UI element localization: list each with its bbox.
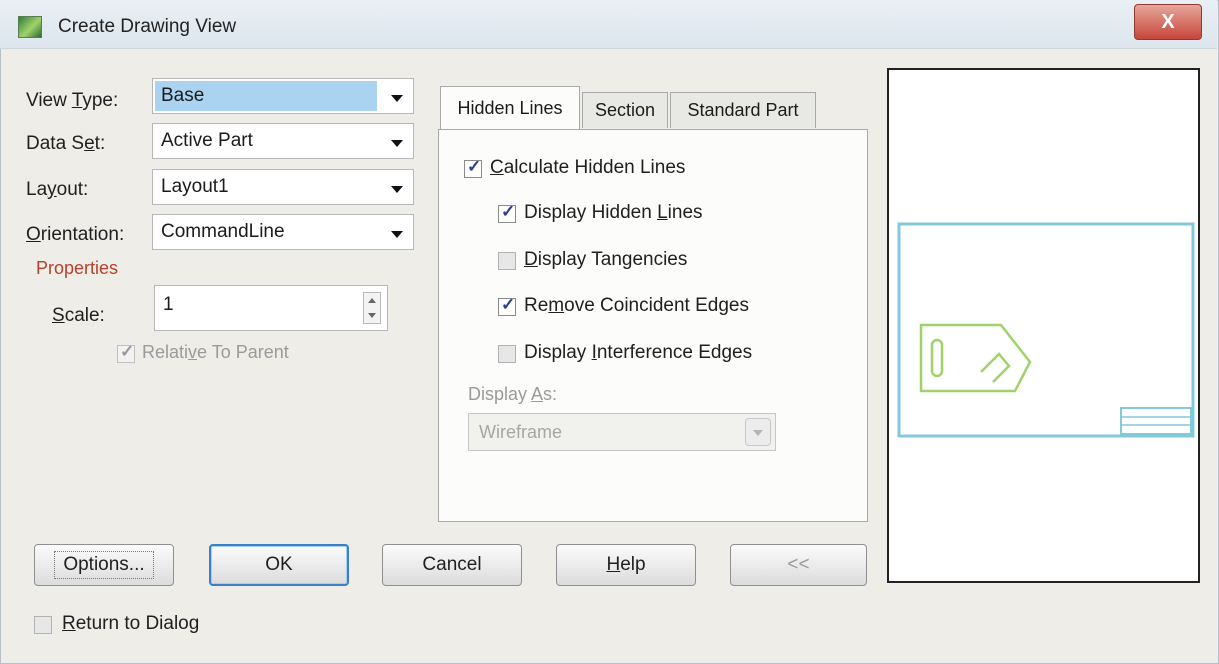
layout-label: Layout: [26, 179, 89, 200]
app-icon [18, 16, 42, 38]
help-button[interactable]: Help [556, 544, 696, 586]
hidden-lines-panel [438, 129, 868, 522]
view-type-value: Base [161, 85, 205, 106]
close-button[interactable]: X [1134, 4, 1202, 40]
display-hidden-lines-checkbox[interactable] [498, 202, 516, 223]
dialog-title: Create Drawing View [58, 16, 237, 37]
tab-section[interactable]: Section [582, 92, 668, 128]
scale-value: 1 [163, 294, 174, 315]
part-slot [930, 338, 944, 378]
orientation-label: Orientation: [26, 224, 125, 245]
scale-input[interactable]: 1 [154, 285, 388, 331]
chevron-down-icon [391, 186, 403, 193]
scale-label: Scale: [52, 305, 105, 326]
cancel-button[interactable]: Cancel [382, 544, 522, 586]
data-set-select[interactable]: Active Part [152, 123, 414, 159]
chevron-down-icon [391, 95, 403, 102]
view-type-label: View Type: [26, 90, 119, 111]
calculate-hidden-lines-checkbox[interactable] [464, 157, 482, 178]
layout-value: Layout1 [161, 176, 229, 197]
tab-standard-part-label: Standard Part [687, 100, 799, 120]
spin-down-icon [368, 313, 376, 318]
part-feature [980, 352, 1011, 383]
display-as-select[interactable]: Wireframe [468, 413, 776, 451]
data-set-value: Active Part [161, 130, 253, 151]
spin-up-icon [368, 298, 376, 303]
display-interference-edges-label: Display Interference Edges [524, 342, 753, 363]
chevron-down-icon [391, 231, 403, 238]
collapse-button-label: << [787, 554, 810, 575]
orientation-value: CommandLine [161, 221, 285, 242]
collapse-button[interactable]: << [730, 544, 867, 586]
options-button[interactable]: Options... [34, 544, 174, 586]
remove-coincident-edges-checkbox[interactable] [498, 295, 516, 316]
display-tangencies-label: Display Tangencies [524, 249, 688, 270]
tab-section-label: Section [594, 100, 656, 120]
help-button-label: Help [606, 554, 646, 575]
layout-select[interactable]: Layout1 [152, 169, 414, 205]
return-to-dialog-label: Return to Dialog [62, 613, 200, 634]
ok-button[interactable]: OK [209, 544, 349, 586]
scale-spinner[interactable] [363, 292, 381, 324]
relative-to-parent-checkbox[interactable] [117, 342, 135, 363]
sheet-border [897, 222, 1195, 438]
properties-section-title: Properties [36, 258, 119, 278]
tab-standard-part[interactable]: Standard Part [670, 92, 816, 128]
close-icon: X [1161, 10, 1175, 33]
preview-drawing [897, 222, 1195, 438]
part-outline [919, 323, 1032, 393]
view-preview[interactable] [887, 68, 1200, 583]
display-interference-edges-checkbox[interactable] [498, 345, 516, 363]
data-set-label: Data Set: [26, 133, 106, 154]
cancel-button-label: Cancel [422, 554, 482, 575]
ok-button-label: OK [265, 554, 293, 575]
view-type-select[interactable]: Base [152, 78, 414, 114]
relative-to-parent-label: Relative To Parent [142, 342, 289, 362]
display-as-label: Display As: [468, 384, 558, 404]
display-as-value: Wireframe [479, 422, 563, 442]
tab-hidden-lines[interactable]: Hidden Lines [440, 86, 580, 130]
chevron-down-icon [745, 418, 771, 446]
options-button-label: Options... [54, 551, 154, 579]
remove-coincident-edges-label: Remove Coincident Edges [524, 295, 749, 316]
tab-hidden-lines-label: Hidden Lines [457, 98, 563, 118]
title-block [1120, 407, 1192, 435]
return-to-dialog-checkbox[interactable] [34, 616, 52, 634]
calculate-hidden-lines-label: Calculate Hidden Lines [490, 157, 686, 178]
orientation-select[interactable]: CommandLine [152, 214, 414, 250]
chevron-down-icon [391, 140, 403, 147]
display-tangencies-checkbox[interactable] [498, 252, 516, 270]
display-hidden-lines-label: Display Hidden Lines [524, 202, 703, 223]
